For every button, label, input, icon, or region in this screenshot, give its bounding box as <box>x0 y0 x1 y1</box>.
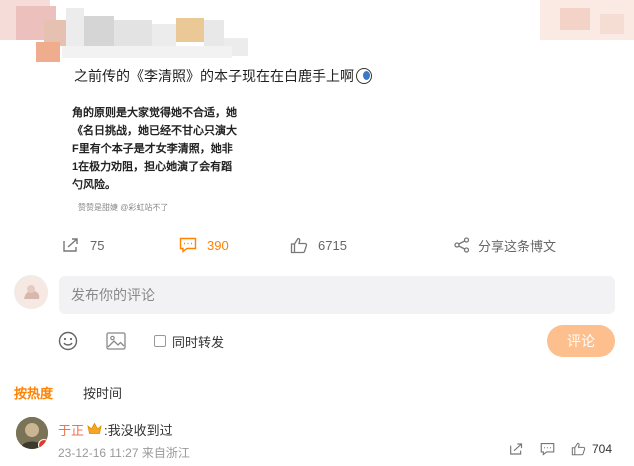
comment-like-count: 704 <box>591 442 612 456</box>
image-text-line: 角的原则是大家觉得她不合适，她 <box>72 107 237 119</box>
blur-block <box>66 8 84 50</box>
composer-tools: 同时转发 <box>58 330 224 352</box>
crown-icon <box>87 422 102 438</box>
repost-count: 75 <box>90 237 105 253</box>
tab-sort-time[interactable]: 按时间 <box>83 383 122 402</box>
comment-like-button[interactable]: 704 <box>571 442 612 456</box>
thinking-face-icon <box>356 68 372 84</box>
blur-block <box>152 24 176 48</box>
comment-repost-icon[interactable] <box>509 442 524 456</box>
comment-sort-tabs: 按热度 按时间 <box>14 383 152 402</box>
comment-count: 390 <box>207 237 229 253</box>
blur-block <box>176 18 204 42</box>
submit-comment-button[interactable]: 评论 <box>547 325 615 357</box>
post-body: 之前传的《李清照》的本子现在在白鹿手上啊 <box>74 68 354 84</box>
commenter-avatar[interactable] <box>16 417 48 449</box>
comment-icon <box>179 237 197 253</box>
thumbs-up-icon <box>290 237 308 254</box>
repost-checkbox[interactable]: 同时转发 <box>154 332 224 351</box>
image-text-line: F里有个本子是才女李清照，她非 <box>72 143 233 155</box>
comment-item: 于正 :我没收到过 23-12-16 11:27 来自浙江 704 <box>16 417 620 463</box>
image-caption: 赞赞是甜婕 @彩虹站不了 <box>78 203 169 212</box>
comment-username[interactable]: 于正 <box>58 420 84 439</box>
blurred-header <box>0 0 634 64</box>
blur-block <box>600 14 624 34</box>
image-text-line: 1在极力劝阻，担心她演了会有蹈 <box>72 161 233 173</box>
blur-block <box>84 16 114 46</box>
repost-icon <box>62 237 80 253</box>
comment-reply-icon[interactable] <box>540 442 555 456</box>
my-avatar[interactable] <box>14 275 48 309</box>
comment-meta: 23-12-16 11:27 来自浙江 <box>58 446 190 460</box>
post-text: 之前传的《李清照》的本子现在在白鹿手上啊 <box>74 66 372 86</box>
like-button[interactable]: 6715 <box>290 233 347 257</box>
blur-block <box>204 20 224 46</box>
comment-like-icon <box>571 442 586 456</box>
comment-header: 于正 :我没收到过 <box>58 420 173 439</box>
blur-block <box>560 8 590 30</box>
blur-block <box>36 42 60 62</box>
share-button[interactable]: 分享这条博文 <box>454 233 556 257</box>
share-label: 分享这条博文 <box>478 238 557 254</box>
blur-block <box>62 46 232 58</box>
emoji-icon[interactable] <box>58 331 78 351</box>
image-text-line: 勺风险。 <box>72 179 116 191</box>
share-icon <box>454 237 470 253</box>
repost-button[interactable]: 75 <box>62 233 104 257</box>
blur-block <box>114 20 152 46</box>
comment-button[interactable]: 390 <box>179 233 229 257</box>
comment-input[interactable] <box>59 276 615 314</box>
comment-actions: 704 <box>493 442 612 456</box>
tab-sort-hot[interactable]: 按热度 <box>14 383 53 402</box>
repost-option-label: 同时转发 <box>172 334 225 350</box>
like-count: 6715 <box>318 237 347 253</box>
image-text-line: 《名日挑战，她已经不甘心只演大 <box>72 125 237 137</box>
verified-badge-icon <box>38 439 48 449</box>
image-upload-icon[interactable] <box>106 332 126 350</box>
checkbox-icon[interactable] <box>154 335 166 347</box>
post-image[interactable]: 角的原则是大家觉得她不合适，她 《名日挑战，她已经不甘心只演大 F里有个本子是才… <box>66 98 246 230</box>
comment-text: :我没收到过 <box>104 423 173 438</box>
